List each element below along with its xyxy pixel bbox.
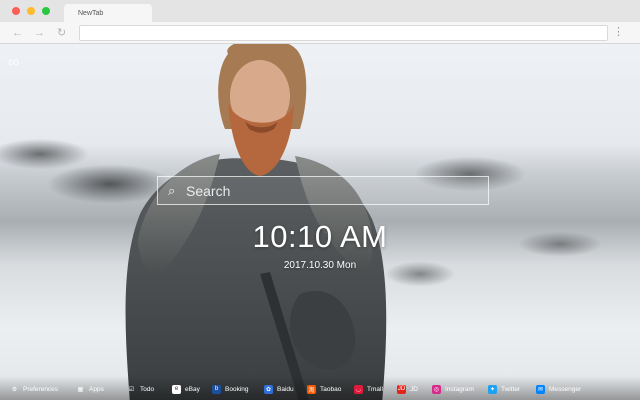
shortcut-label: Taobao bbox=[320, 385, 342, 393]
shortcut-label: Twitter bbox=[501, 385, 521, 393]
browser-toolbar: ← → ↻ ⋮ bbox=[0, 22, 640, 44]
gear-icon: ⚙ bbox=[11, 386, 18, 393]
shortcut-messenger[interactable]: ✉ Messenger bbox=[536, 383, 581, 395]
tmall-icon: ◡ bbox=[354, 384, 363, 394]
search-icon: ⌕ bbox=[168, 183, 176, 198]
forward-arrow-icon[interactable]: → bbox=[34, 26, 45, 40]
close-window-button[interactable] bbox=[12, 7, 20, 15]
shortcut-taobao[interactable]: 淘 Taobao bbox=[307, 383, 341, 395]
browser-tab[interactable]: NewTab bbox=[64, 4, 152, 22]
search-box[interactable]: ⌕ bbox=[157, 176, 489, 205]
maximize-window-button[interactable] bbox=[42, 7, 50, 15]
shortcut-tmall[interactable]: ◡ Tmall bbox=[354, 383, 383, 395]
shortcut-label: JD bbox=[410, 385, 418, 393]
apps-grid-icon: ▦ bbox=[77, 386, 84, 393]
shortcut-jd[interactable]: JD JD bbox=[397, 383, 418, 395]
reload-icon[interactable]: ↻ bbox=[57, 26, 66, 40]
twitter-icon: ✦ bbox=[488, 384, 497, 394]
apps-button[interactable]: ▦ Apps bbox=[76, 383, 104, 395]
clock: 10:10 AM bbox=[252, 219, 388, 254]
address-bar[interactable] bbox=[79, 25, 608, 41]
shortcut-label: Apps bbox=[89, 385, 104, 393]
baidu-icon: ✿ bbox=[264, 384, 273, 394]
jd-icon: JD bbox=[397, 384, 406, 394]
bottom-shortcut-bar: ⚙ Preferences ▦ Apps ☑ Todo e eBay b Boo… bbox=[0, 376, 640, 400]
infinity-logo-icon[interactable]: ∞ bbox=[8, 54, 19, 72]
shortcut-label: Todo bbox=[140, 385, 155, 393]
minimize-window-button[interactable] bbox=[27, 7, 35, 15]
shortcut-label: eBay bbox=[185, 385, 200, 393]
browser-titlebar: NewTab bbox=[0, 0, 640, 22]
booking-icon: b bbox=[212, 384, 221, 394]
search-input[interactable] bbox=[186, 177, 476, 204]
shortcut-label: Baidu bbox=[277, 385, 294, 393]
ebay-icon: e bbox=[172, 384, 181, 394]
date-display: 2017.10.30 Mon bbox=[283, 260, 357, 271]
shortcut-booking[interactable]: b Booking bbox=[212, 383, 249, 395]
instagram-icon: ◎ bbox=[432, 384, 441, 394]
shortcut-label: Messenger bbox=[549, 385, 582, 393]
shortcut-label: Instagram bbox=[445, 385, 474, 393]
shortcut-twitter[interactable]: ✦ Twitter bbox=[488, 383, 520, 395]
taobao-icon: 淘 bbox=[307, 384, 316, 394]
messenger-icon: ✉ bbox=[536, 384, 545, 394]
shortcut-instagram[interactable]: ◎ Instagram bbox=[432, 383, 474, 395]
shortcut-label: Tmall bbox=[367, 385, 383, 393]
new-tab-page: ∞ ⌕ 10:10 AM 2017.10.30 Mon ⚙ Preference… bbox=[0, 44, 640, 400]
todo-button[interactable]: ☑ Todo bbox=[127, 383, 154, 395]
shortcut-ebay[interactable]: e eBay bbox=[172, 383, 200, 395]
shortcut-baidu[interactable]: ✿ Baidu bbox=[264, 383, 294, 395]
checkbox-icon: ☑ bbox=[128, 386, 135, 393]
shortcut-label: Booking bbox=[225, 385, 249, 393]
back-arrow-icon[interactable]: ← bbox=[12, 26, 23, 40]
shortcut-label: Preferences bbox=[23, 385, 59, 393]
browser-menu-icon[interactable]: ⋮ bbox=[613, 25, 624, 38]
preferences-button[interactable]: ⚙ Preferences bbox=[10, 383, 58, 395]
tab-title: NewTab bbox=[78, 10, 104, 17]
